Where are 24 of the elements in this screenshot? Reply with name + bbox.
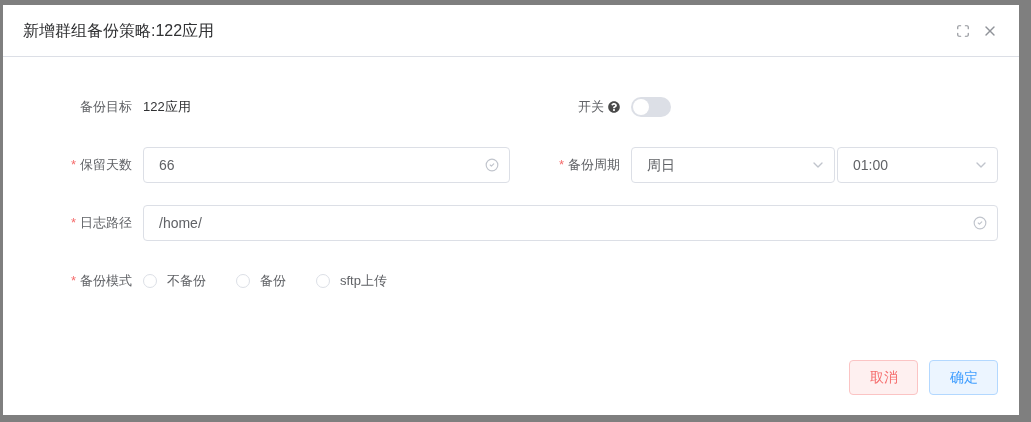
check-icon [973, 216, 987, 230]
toggle-switch[interactable] [631, 97, 671, 117]
dialog-title: 新增群组备份策略:122应用 [23, 20, 216, 41]
required-mark: * [558, 156, 564, 175]
field-label: 备份模式 [80, 272, 132, 291]
required-mark: * [70, 272, 76, 291]
select-field[interactable]: 周日 [631, 147, 835, 183]
radio-option[interactable]: 备份 [236, 271, 286, 291]
required-mark: * [70, 214, 76, 233]
field-label: 日志路径 [80, 214, 132, 233]
days-input[interactable]: 66 [143, 147, 510, 183]
field-label: 备份周期 [568, 156, 620, 175]
radio-option[interactable]: 不备份 [143, 271, 206, 291]
path-input[interactable]: /home/ [143, 205, 998, 241]
field-label: 开关 [578, 98, 604, 117]
maximize-icon[interactable] [956, 23, 970, 38]
field-label: 保留天数 [80, 156, 132, 175]
required-mark: * [70, 156, 76, 175]
field-label: 备份目标 [80, 98, 132, 117]
help-icon[interactable] [608, 101, 620, 113]
check-icon [485, 158, 499, 172]
radio-option[interactable]: sftp上传 [316, 271, 387, 291]
target-value: 122应用 [143, 98, 192, 117]
select-field[interactable]: 01:00 [837, 147, 998, 183]
